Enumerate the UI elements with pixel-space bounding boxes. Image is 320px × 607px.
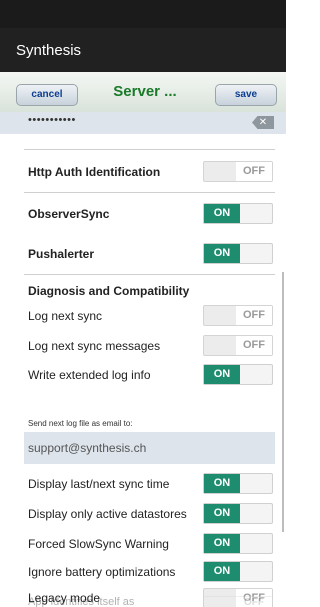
setting-label: Display last/next sync time	[28, 477, 170, 491]
status-bar	[0, 0, 286, 28]
setting-app-identifies[interactable]: App identifies itself as OFF	[0, 596, 286, 607]
observersync-toggle[interactable]: ON	[203, 203, 273, 224]
toggle-off-label: OFF	[236, 162, 272, 181]
save-button[interactable]: save	[215, 84, 277, 106]
email-value: support@synthesis.ch	[28, 441, 147, 455]
toggle-on-label: ON	[204, 204, 240, 223]
log-messages-toggle[interactable]: OFF	[203, 335, 273, 356]
toggle-on-label: ON	[204, 365, 240, 384]
http-auth-toggle[interactable]: OFF	[203, 161, 273, 182]
password-value: •••••••••••	[28, 114, 76, 126]
password-field[interactable]: ••••••••••• ✕	[0, 112, 286, 134]
section-header-diagnosis: Diagnosis and Compatibility	[28, 284, 190, 298]
forced-slowsync-toggle[interactable]: ON	[203, 533, 273, 554]
setting-label: Http Auth Identification	[28, 165, 161, 179]
toggle-off-label: OFF	[236, 597, 272, 607]
display-last-next-toggle[interactable]: ON	[203, 473, 273, 494]
email-hint: Send next log file as email to:	[28, 419, 133, 428]
setting-label: Ignore battery optimizations	[28, 565, 176, 579]
cancel-button[interactable]: cancel	[16, 84, 78, 106]
setting-label: Log next sync	[28, 309, 103, 323]
toolbar-title: Server ...	[113, 83, 177, 100]
divider	[24, 192, 275, 193]
setting-label: ObserverSync	[28, 207, 110, 221]
toggle-off-label: OFF	[236, 336, 272, 355]
email-field[interactable]: support@synthesis.ch	[24, 432, 275, 464]
extended-log-toggle[interactable]: ON	[203, 364, 273, 385]
setting-label: Write extended log info	[28, 368, 151, 382]
setting-label: App identifies itself as	[28, 596, 135, 607]
app-title: Synthesis	[16, 42, 82, 59]
backspace-icon[interactable]: ✕	[252, 116, 274, 129]
pushalerter-toggle[interactable]: ON	[203, 243, 273, 264]
toggle-on-label: ON	[204, 474, 240, 493]
toggle-on-label: ON	[204, 534, 240, 553]
setting-label: Pushalerter	[28, 247, 95, 261]
active-datastores-toggle[interactable]: ON	[203, 503, 273, 524]
setting-label: Log next sync messages	[28, 339, 161, 353]
setting-label: Forced SlowSync Warning	[28, 537, 169, 551]
toggle-off-label: OFF	[236, 306, 272, 325]
scrollbar[interactable]	[282, 272, 284, 532]
toolbar: cancel Server ... save	[0, 72, 286, 113]
toggle-on-label: ON	[204, 504, 240, 523]
divider	[24, 274, 275, 275]
toggle-on-label: ON	[204, 244, 240, 263]
toggle-on-label: ON	[204, 562, 240, 581]
divider	[24, 149, 275, 150]
app-identifies-toggle[interactable]: OFF	[203, 596, 273, 607]
ignore-battery-toggle[interactable]: ON	[203, 561, 273, 582]
log-next-sync-toggle[interactable]: OFF	[203, 305, 273, 326]
settings-list[interactable]: ••••••••••• ✕ Http Auth Identification O…	[0, 112, 286, 607]
setting-label: Display only active datastores	[28, 507, 187, 521]
app-bar: Synthesis	[0, 28, 286, 72]
